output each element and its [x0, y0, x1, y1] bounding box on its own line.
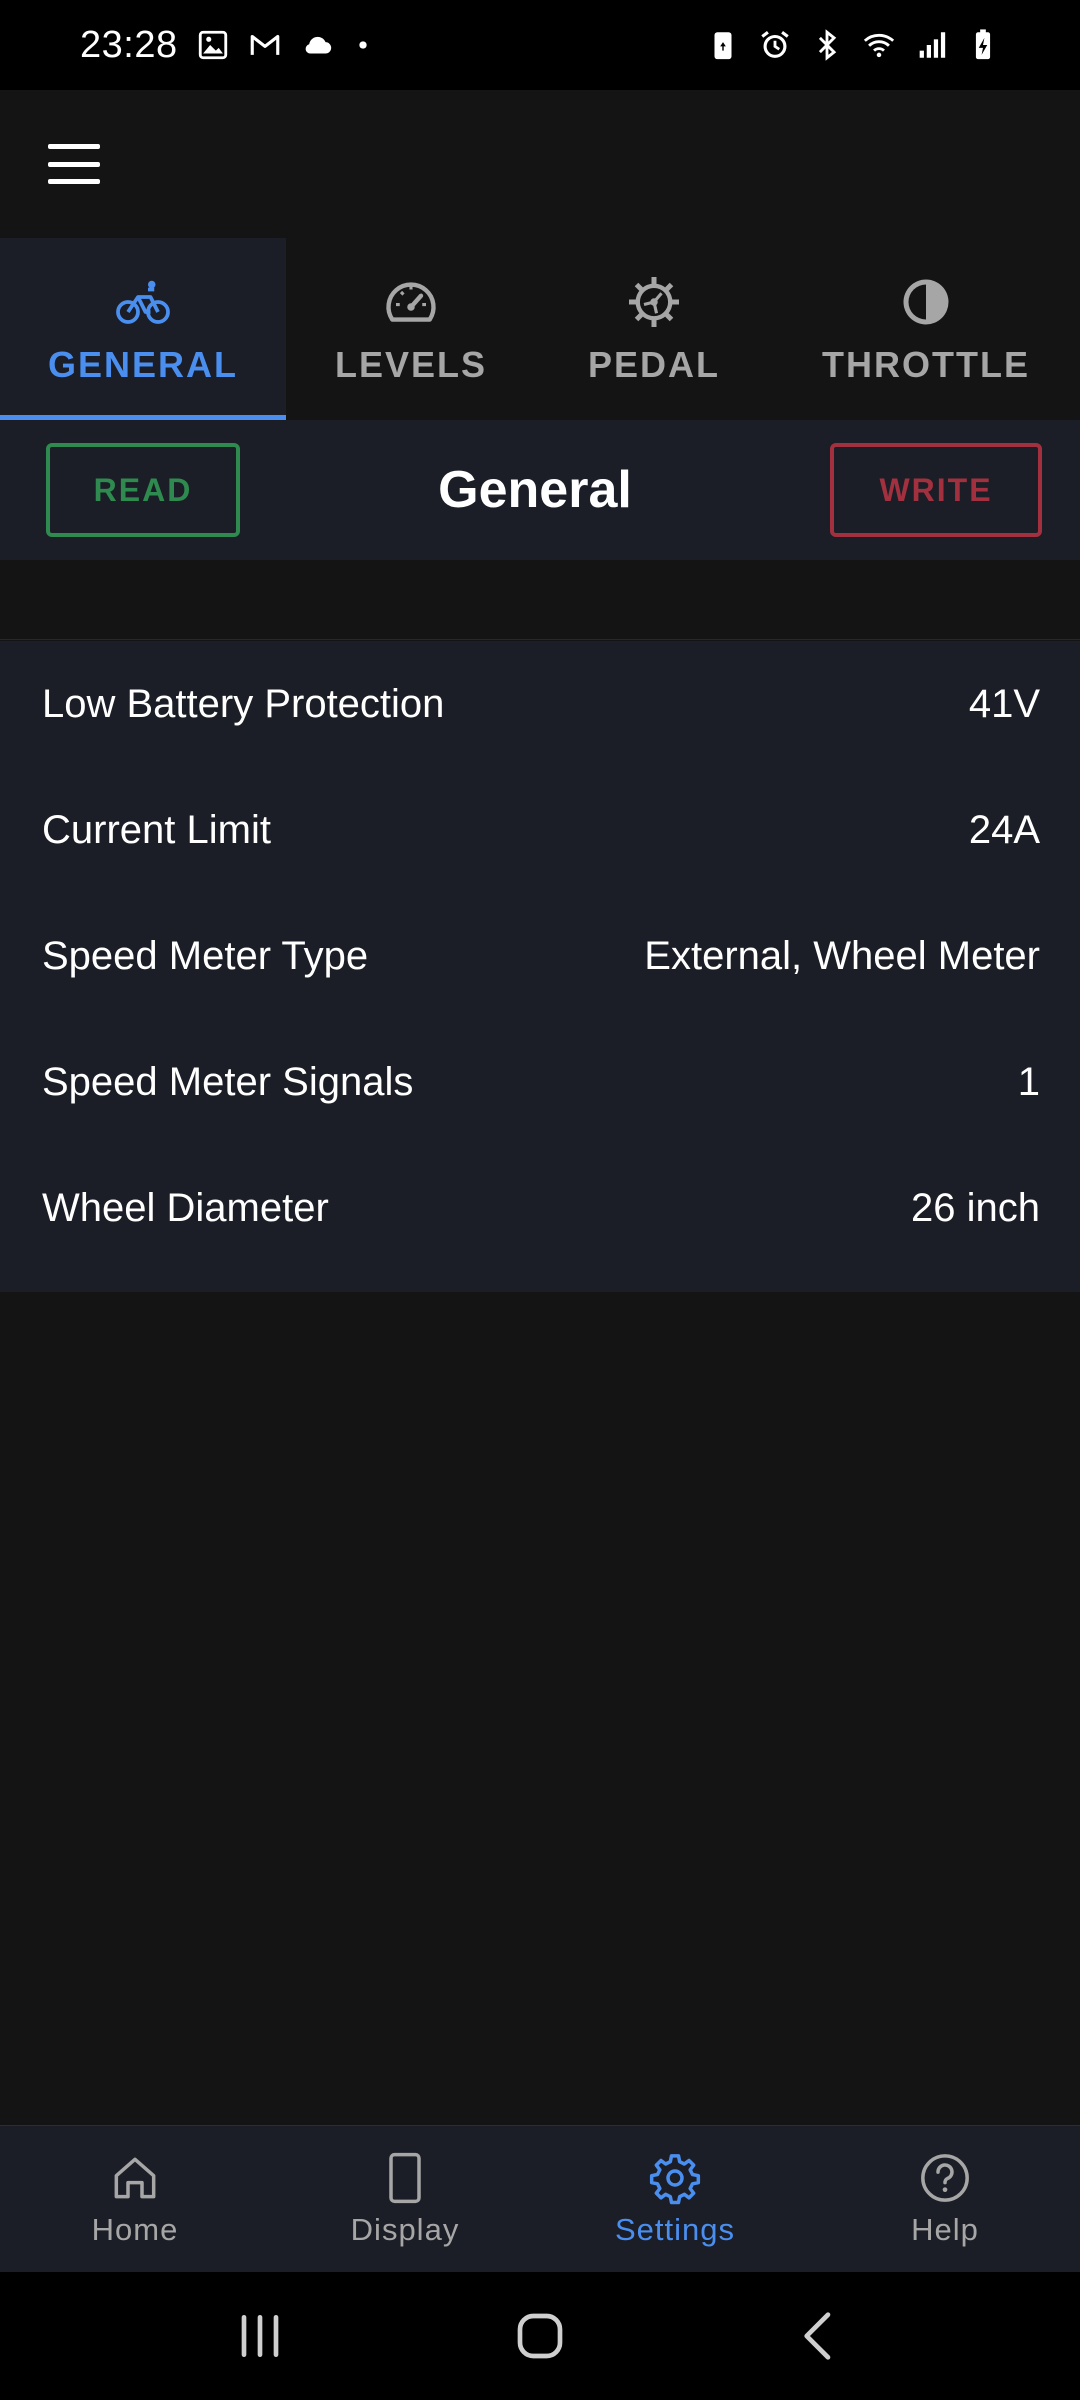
tab-throttle-label: THROTTLE [822, 344, 1030, 385]
tab-pedal-label: PEDAL [587, 344, 720, 385]
back-icon[interactable] [788, 2304, 852, 2368]
status-left: 23:28 [80, 24, 374, 67]
nav-settings-label: Settings [614, 2212, 735, 2247]
status-time: 23:28 [80, 23, 178, 66]
bicycle-icon [116, 280, 170, 324]
settings-gear-icon [649, 2154, 701, 2205]
section-title: General [438, 461, 632, 519]
status-bar: 23:28 [0, 0, 1080, 90]
home-icon [114, 2157, 156, 2199]
bottom-nav: Home Display Settings Help [0, 2125, 1080, 2272]
setting-row-low-battery-protection[interactable]: Low Battery Protection 41V [0, 641, 1080, 767]
signal-icon [919, 32, 946, 58]
divider-band [0, 560, 1080, 640]
tab-general-label: GENERAL [47, 344, 238, 385]
setting-row-speed-meter-type[interactable]: Speed Meter Type External, Wheel Meter [0, 893, 1080, 1019]
tab-levels-label: LEVELS [334, 344, 488, 385]
nav-display[interactable]: Display [270, 2126, 540, 2272]
gear-icon [629, 277, 679, 327]
speedometer-icon [386, 282, 436, 322]
setting-value: 41V [968, 681, 1040, 726]
cloud-icon [305, 36, 331, 54]
setting-row-current-limit[interactable]: Current Limit 24A [0, 767, 1080, 893]
home-button-icon[interactable] [508, 2304, 572, 2368]
settings-list: Low Battery Protection 41V Current Limit… [0, 641, 1080, 1292]
nav-display-label: Display [350, 2212, 460, 2247]
alarm-icon [761, 31, 789, 58]
system-nav-bar [0, 2272, 1080, 2400]
setting-value: External, Wheel Meter [644, 933, 1040, 978]
bluetooth-icon [818, 29, 837, 61]
recent-apps-icon[interactable] [228, 2304, 292, 2368]
tab-bar: GENERAL LEVELS PEDAL THROTTLE [0, 238, 1080, 420]
help-icon [921, 2154, 969, 2202]
status-right [706, 28, 1000, 62]
setting-row-wheel-diameter[interactable]: Wheel Diameter 26 inch [0, 1145, 1080, 1271]
nav-help[interactable]: Help [810, 2126, 1080, 2272]
nav-home-label: Home [91, 2212, 179, 2247]
setting-label: Speed Meter Type [42, 933, 369, 978]
battery-saver-icon [714, 32, 732, 60]
write-button[interactable]: WRITE [830, 443, 1042, 537]
gmail-icon [250, 34, 279, 55]
display-icon [389, 2152, 421, 2204]
tab-levels[interactable]: LEVELS [286, 238, 536, 420]
setting-label: Current Limit [42, 807, 271, 852]
nav-home[interactable]: Home [0, 2126, 270, 2272]
setting-value: 1 [1017, 1059, 1040, 1104]
tab-throttle[interactable]: THROTTLE [772, 238, 1080, 420]
nav-settings[interactable]: Settings [540, 2126, 810, 2272]
dot-icon [358, 41, 367, 49]
battery-charging-icon [975, 29, 991, 60]
half-circle-icon [903, 279, 949, 325]
tab-pedal[interactable]: PEDAL [536, 238, 772, 420]
setting-label: Low Battery Protection [42, 681, 445, 726]
hamburger-menu-icon[interactable] [48, 144, 100, 184]
wifi-icon [863, 33, 895, 58]
section-header: READ General WRITE [0, 420, 1080, 560]
image-icon [198, 30, 227, 60]
nav-help-label: Help [911, 2212, 979, 2247]
setting-row-speed-meter-signals[interactable]: Speed Meter Signals 1 [0, 1019, 1080, 1145]
setting-label: Wheel Diameter [42, 1185, 329, 1230]
setting-value: 24A [968, 807, 1040, 852]
setting-value: 26 inch [911, 1185, 1040, 1230]
tab-general[interactable]: GENERAL [0, 238, 286, 420]
app-bar [0, 90, 1080, 238]
setting-label: Speed Meter Signals [42, 1059, 414, 1104]
read-button[interactable]: READ [46, 443, 240, 537]
